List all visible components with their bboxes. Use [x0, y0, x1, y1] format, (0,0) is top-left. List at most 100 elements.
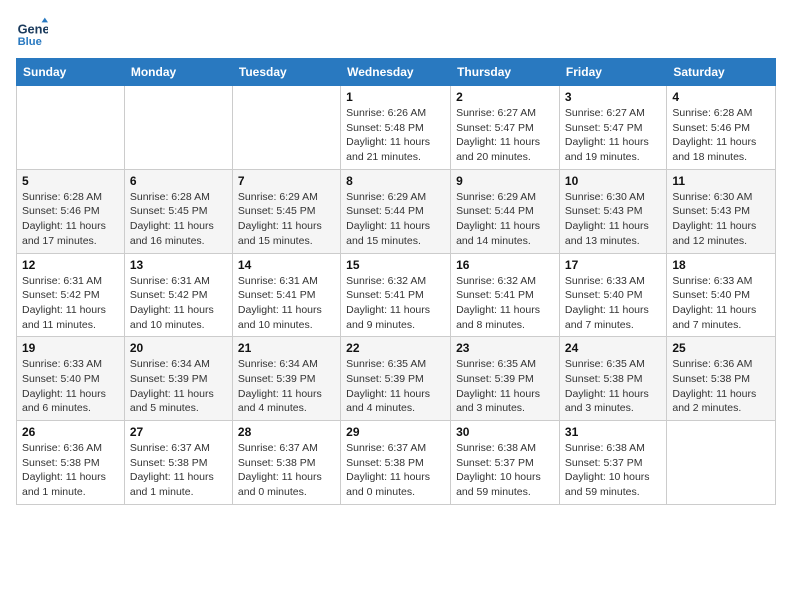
day-info: Sunrise: 6:26 AM Sunset: 5:48 PM Dayligh…: [346, 106, 445, 165]
calendar-cell: [124, 86, 232, 170]
weekday-header-monday: Monday: [124, 59, 232, 86]
calendar-cell: 10Sunrise: 6:30 AM Sunset: 5:43 PM Dayli…: [559, 169, 666, 253]
day-info: Sunrise: 6:29 AM Sunset: 5:44 PM Dayligh…: [456, 190, 554, 249]
day-number: 28: [238, 425, 335, 439]
day-number: 4: [672, 90, 770, 104]
weekday-header-friday: Friday: [559, 59, 666, 86]
calendar-cell: [17, 86, 125, 170]
day-number: 12: [22, 258, 119, 272]
day-number: 23: [456, 341, 554, 355]
weekday-header-sunday: Sunday: [17, 59, 125, 86]
day-number: 21: [238, 341, 335, 355]
calendar-cell: 20 Sunrise: 6:34 AM Sunset: 5:39 PM Dayli…: [124, 337, 232, 421]
day-info: Sunrise: 6:28 AM Sunset: 5:46 PM Dayligh…: [22, 190, 119, 249]
calendar-cell: 22Sunrise: 6:35 AM Sunset: 5:39 PM Dayli…: [341, 337, 451, 421]
day-info: Sunrise: 6:33 AM Sunset: 5:40 PM Dayligh…: [22, 357, 119, 416]
day-number: 6: [130, 174, 227, 188]
day-info: Sunrise: 6:33 AM Sunset: 5:40 PM Dayligh…: [565, 274, 661, 333]
day-info: Sunrise: 6:37 AM Sunset: 5:38 PM Dayligh…: [130, 441, 227, 500]
day-info: Sunrise: 6:38 AM Sunset: 5:37 PM Dayligh…: [565, 441, 661, 500]
day-number: 18: [672, 258, 770, 272]
weekday-header-saturday: Saturday: [667, 59, 776, 86]
calendar-cell: 30 Sunrise: 6:38 AM Sunset: 5:37 PM Dayli…: [451, 421, 560, 505]
day-info: Sunrise: 6:30 AM Sunset: 5:43 PM Dayligh…: [672, 190, 770, 249]
logo-icon: General Blue: [16, 16, 48, 48]
calendar-cell: 28 Sunrise: 6:37 AM Sunset: 5:38 PM Dayli…: [232, 421, 340, 505]
day-info: Sunrise: 6:35 AM Sunset: 5:38 PM Dayligh…: [565, 357, 661, 416]
day-number: 7: [238, 174, 335, 188]
calendar-cell: 23Sunrise: 6:35 AM Sunset: 5:39 PM Dayli…: [451, 337, 560, 421]
header: General Blue: [16, 16, 776, 48]
calendar-cell: 2 Sunrise: 6:27 AM Sunset: 5:47 PM Daylig…: [451, 86, 560, 170]
calendar-cell: 19 Sunrise: 6:33 AM Sunset: 5:40 PM Dayli…: [17, 337, 125, 421]
calendar-cell: 16 Sunrise: 6:32 AM Sunset: 5:41 PM Dayli…: [451, 253, 560, 337]
day-info: Sunrise: 6:33 AM Sunset: 5:40 PM Dayligh…: [672, 274, 770, 333]
day-number: 2: [456, 90, 554, 104]
calendar-week-row: 19 Sunrise: 6:33 AM Sunset: 5:40 PM Dayli…: [17, 337, 776, 421]
day-info: Sunrise: 6:30 AM Sunset: 5:43 PM Dayligh…: [565, 190, 661, 249]
day-number: 11: [672, 174, 770, 188]
calendar-cell: 9Sunrise: 6:29 AM Sunset: 5:44 PM Daylig…: [451, 169, 560, 253]
day-number: 8: [346, 174, 445, 188]
day-info: Sunrise: 6:31 AM Sunset: 5:41 PM Dayligh…: [238, 274, 335, 333]
day-info: Sunrise: 6:37 AM Sunset: 5:38 PM Dayligh…: [346, 441, 445, 500]
day-info: Sunrise: 6:36 AM Sunset: 5:38 PM Dayligh…: [22, 441, 119, 500]
calendar-cell: 25Sunrise: 6:36 AM Sunset: 5:38 PM Dayli…: [667, 337, 776, 421]
day-number: 24: [565, 341, 661, 355]
calendar-table: SundayMondayTuesdayWednesdayThursdayFrid…: [16, 58, 776, 505]
day-info: Sunrise: 6:29 AM Sunset: 5:44 PM Dayligh…: [346, 190, 445, 249]
day-number: 30: [456, 425, 554, 439]
calendar-week-row: 26Sunrise: 6:36 AM Sunset: 5:38 PM Dayli…: [17, 421, 776, 505]
logo: General Blue: [16, 16, 54, 48]
svg-text:Blue: Blue: [18, 36, 42, 48]
day-info: Sunrise: 6:31 AM Sunset: 5:42 PM Dayligh…: [130, 274, 227, 333]
day-info: Sunrise: 6:37 AM Sunset: 5:38 PM Dayligh…: [238, 441, 335, 500]
day-info: Sunrise: 6:31 AM Sunset: 5:42 PM Dayligh…: [22, 274, 119, 333]
day-number: 17: [565, 258, 661, 272]
day-number: 19: [22, 341, 119, 355]
day-info: Sunrise: 6:32 AM Sunset: 5:41 PM Dayligh…: [346, 274, 445, 333]
weekday-header-row: SundayMondayTuesdayWednesdayThursdayFrid…: [17, 59, 776, 86]
calendar-week-row: 5 Sunrise: 6:28 AM Sunset: 5:46 PM Daylig…: [17, 169, 776, 253]
day-number: 5: [22, 174, 119, 188]
calendar-cell: 8 Sunrise: 6:29 AM Sunset: 5:44 PM Daylig…: [341, 169, 451, 253]
calendar-cell: 5 Sunrise: 6:28 AM Sunset: 5:46 PM Daylig…: [17, 169, 125, 253]
calendar-cell: 11 Sunrise: 6:30 AM Sunset: 5:43 PM Dayli…: [667, 169, 776, 253]
day-number: 31: [565, 425, 661, 439]
calendar-cell: 26Sunrise: 6:36 AM Sunset: 5:38 PM Dayli…: [17, 421, 125, 505]
day-number: 14: [238, 258, 335, 272]
calendar-week-row: 1 Sunrise: 6:26 AM Sunset: 5:48 PM Daylig…: [17, 86, 776, 170]
day-number: 16: [456, 258, 554, 272]
calendar-cell: 29 Sunrise: 6:37 AM Sunset: 5:38 PM Dayli…: [341, 421, 451, 505]
day-number: 20: [130, 341, 227, 355]
calendar-cell: [232, 86, 340, 170]
day-info: Sunrise: 6:27 AM Sunset: 5:47 PM Dayligh…: [456, 106, 554, 165]
day-info: Sunrise: 6:27 AM Sunset: 5:47 PM Dayligh…: [565, 106, 661, 165]
weekday-header-wednesday: Wednesday: [341, 59, 451, 86]
day-number: 22: [346, 341, 445, 355]
day-info: Sunrise: 6:36 AM Sunset: 5:38 PM Dayligh…: [672, 357, 770, 416]
calendar-cell: 14 Sunrise: 6:31 AM Sunset: 5:41 PM Dayli…: [232, 253, 340, 337]
day-info: Sunrise: 6:38 AM Sunset: 5:37 PM Dayligh…: [456, 441, 554, 500]
calendar-week-row: 12 Sunrise: 6:31 AM Sunset: 5:42 PM Dayli…: [17, 253, 776, 337]
day-info: Sunrise: 6:32 AM Sunset: 5:41 PM Dayligh…: [456, 274, 554, 333]
calendar-cell: 4 Sunrise: 6:28 AM Sunset: 5:46 PM Daylig…: [667, 86, 776, 170]
calendar-cell: 27 Sunrise: 6:37 AM Sunset: 5:38 PM Dayli…: [124, 421, 232, 505]
day-number: 15: [346, 258, 445, 272]
calendar-cell: 1 Sunrise: 6:26 AM Sunset: 5:48 PM Daylig…: [341, 86, 451, 170]
day-number: 27: [130, 425, 227, 439]
day-number: 13: [130, 258, 227, 272]
day-number: 1: [346, 90, 445, 104]
calendar-cell: 7 Sunrise: 6:29 AM Sunset: 5:45 PM Daylig…: [232, 169, 340, 253]
calendar-cell: 3Sunrise: 6:27 AM Sunset: 5:47 PM Daylig…: [559, 86, 666, 170]
day-info: Sunrise: 6:28 AM Sunset: 5:46 PM Dayligh…: [672, 106, 770, 165]
weekday-header-thursday: Thursday: [451, 59, 560, 86]
day-number: 29: [346, 425, 445, 439]
calendar-cell: 18 Sunrise: 6:33 AM Sunset: 5:40 PM Dayli…: [667, 253, 776, 337]
calendar-cell: 17 Sunrise: 6:33 AM Sunset: 5:40 PM Dayli…: [559, 253, 666, 337]
day-info: Sunrise: 6:34 AM Sunset: 5:39 PM Dayligh…: [130, 357, 227, 416]
calendar-cell: 15 Sunrise: 6:32 AM Sunset: 5:41 PM Dayli…: [341, 253, 451, 337]
weekday-header-tuesday: Tuesday: [232, 59, 340, 86]
day-info: Sunrise: 6:29 AM Sunset: 5:45 PM Dayligh…: [238, 190, 335, 249]
calendar-cell: 31 Sunrise: 6:38 AM Sunset: 5:37 PM Dayli…: [559, 421, 666, 505]
